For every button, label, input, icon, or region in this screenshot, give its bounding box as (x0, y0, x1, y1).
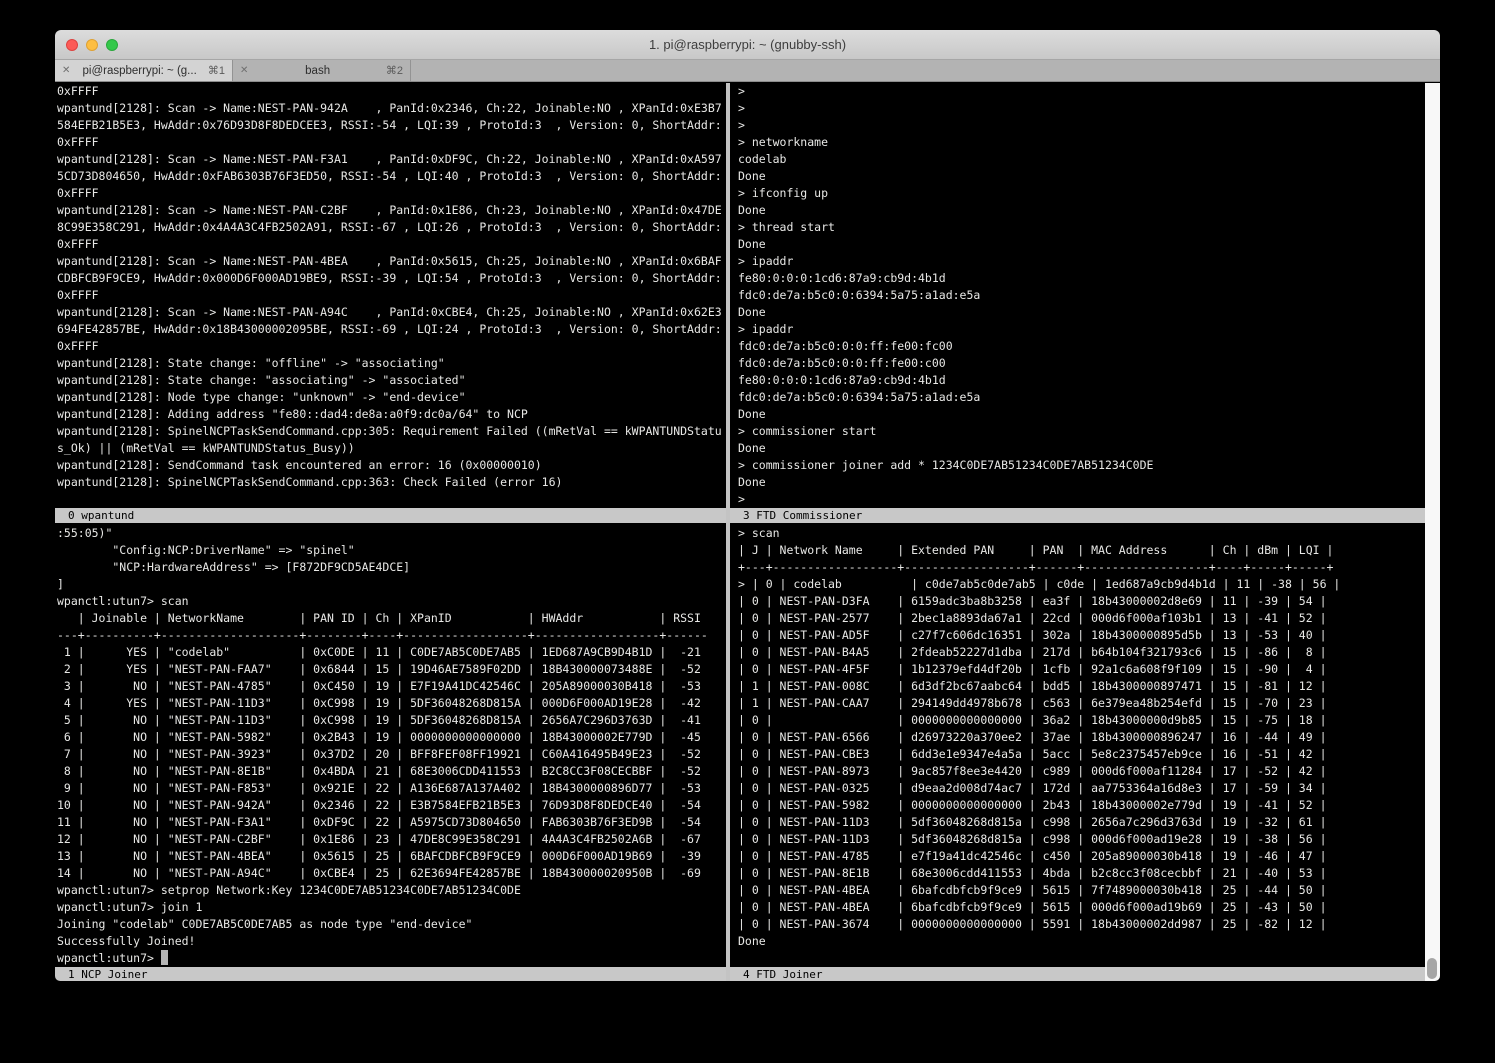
close-tab-icon[interactable]: ✕ (240, 65, 248, 76)
tab-bar: ✕ pi@raspberrypi: ~ (g... ⌘1 ✕ bash ⌘2 (55, 60, 1440, 82)
pane-status-ftd-joiner: 4 FTD Joiner (730, 967, 1425, 981)
pane-wpantund[interactable]: 0xFFFF wpantund[2128]: Scan -> Name:NEST… (55, 83, 727, 508)
tab-bar-filler (411, 60, 1440, 81)
terminal-cursor (161, 950, 168, 965)
close-tab-icon[interactable]: ✕ (62, 65, 70, 76)
pane-status-ftd-commissioner: 3 FTD Commissioner (730, 508, 1425, 523)
pane-ncp-joiner[interactable]: :55:05)" "Config:NCP:DriverName" => "spi… (55, 523, 727, 967)
pane-divider[interactable] (726, 83, 730, 981)
terminal-window: 1. pi@raspberrypi: ~ (gnubby-ssh) ✕ pi@r… (55, 30, 1440, 981)
terminal-content: 0xFFFF wpantund[2128]: Scan -> Name:NEST… (55, 83, 1440, 981)
tab-bash[interactable]: ✕ bash ⌘2 (233, 60, 411, 81)
tab-shortcut: ⌘1 (208, 64, 225, 77)
pane-ftd-commissioner[interactable]: > > > > networkname codelab Done > ifcon… (730, 83, 1425, 508)
tab-ssh-session[interactable]: ✕ pi@raspberrypi: ~ (g... ⌘1 (55, 60, 233, 81)
tab-shortcut: ⌘2 (386, 64, 403, 77)
tab-label: bash (254, 65, 380, 77)
pane-ftd-commissioner-text: > > > > networkname codelab Done > ifcon… (730, 83, 1425, 508)
pane-ncp-joiner-text: :55:05)" "Config:NCP:DriverName" => "spi… (55, 523, 727, 967)
scrollbar-thumb[interactable] (1427, 958, 1437, 979)
title-bar[interactable]: 1. pi@raspberrypi: ~ (gnubby-ssh) (55, 30, 1440, 60)
window-title: 1. pi@raspberrypi: ~ (gnubby-ssh) (55, 30, 1440, 60)
pane-status-ncp-joiner: 1 NCP Joiner (55, 967, 727, 981)
scrollbar[interactable] (1425, 83, 1440, 981)
tab-label: pi@raspberrypi: ~ (g... (76, 65, 202, 77)
pane-ftd-joiner[interactable]: > scan | J | Network Name | Extended PAN… (730, 523, 1425, 967)
pane-wpantund-text: 0xFFFF wpantund[2128]: Scan -> Name:NEST… (55, 83, 727, 491)
pane-status-wpantund: 0 wpantund (55, 508, 727, 523)
pane-ftd-joiner-text: > scan | J | Network Name | Extended PAN… (730, 523, 1425, 950)
